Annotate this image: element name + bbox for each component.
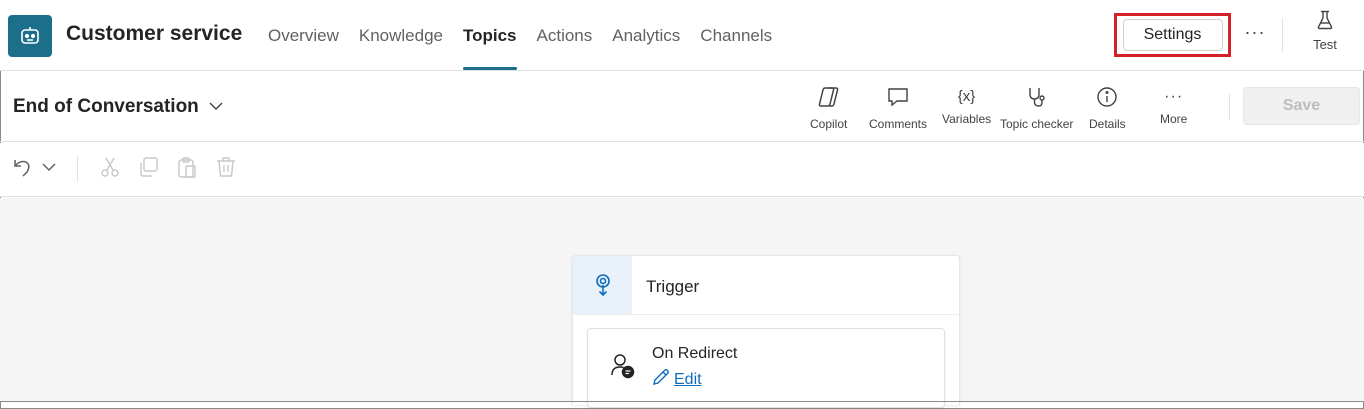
comments-label: Comments <box>869 117 928 131</box>
pencil-icon <box>652 368 670 391</box>
on-redirect-title: On Redirect <box>652 345 738 362</box>
more-icon: ··· <box>1164 88 1184 105</box>
tab-topics[interactable]: Topics <box>453 0 527 71</box>
tab-channels[interactable]: Channels <box>690 0 782 71</box>
edit-toolbar <box>0 143 1364 197</box>
topic-divider <box>1229 94 1230 120</box>
save-button[interactable]: Save <box>1243 87 1360 125</box>
app-title: Customer service <box>66 22 243 45</box>
topic-title[interactable]: End of Conversation <box>13 96 199 118</box>
comments-button[interactable]: Comments <box>869 86 927 132</box>
more-options-button[interactable]: ··· <box>1240 22 1270 48</box>
header-divider <box>1282 18 1283 52</box>
cut-icon[interactable] <box>99 156 121 183</box>
copilot-button[interactable]: Copilot <box>810 86 847 132</box>
copilot-label: Copilot <box>810 117 848 131</box>
details-label: Details <box>1089 117 1126 131</box>
variables-label: Variables <box>942 112 992 126</box>
tab-knowledge[interactable]: Knowledge <box>349 0 453 71</box>
trigger-label: Trigger <box>646 277 700 296</box>
paste-icon[interactable] <box>176 156 198 183</box>
variables-button[interactable]: {x} Variables <box>942 86 991 132</box>
comment-icon <box>886 86 910 113</box>
toolbar-separator <box>77 156 78 182</box>
test-button[interactable]: Test <box>1300 10 1350 58</box>
variables-icon: {x} <box>957 88 976 105</box>
copy-icon[interactable] <box>137 156 159 183</box>
undo-icon[interactable] <box>12 156 34 183</box>
trigger-divider <box>573 314 959 315</box>
edit-link[interactable]: Edit <box>652 368 702 391</box>
bot-icon <box>8 15 52 57</box>
flask-icon <box>1316 10 1334 35</box>
tab-overview[interactable]: Overview <box>258 0 349 71</box>
nav-tabs: Overview Knowledge Topics Actions Analyt… <box>258 0 782 71</box>
test-label: Test <box>1313 37 1337 52</box>
topic-checker-button[interactable]: Topic checker <box>1000 86 1073 132</box>
edit-link-label: Edit <box>674 370 702 388</box>
copilot-icon <box>817 86 841 113</box>
settings-highlight-box: Settings <box>1114 13 1231 57</box>
trigger-node[interactable]: Trigger On Redirect Edit <box>572 255 960 408</box>
more-button[interactable]: ··· More <box>1160 86 1187 132</box>
undo-dropdown-chevron-icon[interactable] <box>40 160 58 179</box>
details-button[interactable]: Details <box>1089 86 1126 132</box>
app-header: Customer service Overview Knowledge Topi… <box>0 0 1364 71</box>
tab-analytics[interactable]: Analytics <box>602 0 690 71</box>
person-message-icon <box>610 353 636 384</box>
bottom-border <box>0 401 1364 402</box>
tab-actions[interactable]: Actions <box>527 0 603 71</box>
topic-header: End of Conversation Copilot Comments {x}… <box>0 72 1364 142</box>
more-label: More <box>1160 112 1188 126</box>
info-icon <box>1095 86 1119 113</box>
delete-icon[interactable] <box>215 156 237 183</box>
stethoscope-icon <box>1025 86 1049 113</box>
topic-checker-label: Topic checker <box>1000 117 1074 131</box>
settings-button[interactable]: Settings <box>1122 19 1223 51</box>
trigger-icon <box>573 256 632 314</box>
on-redirect-node[interactable]: On Redirect Edit <box>587 328 945 408</box>
chevron-down-icon[interactable] <box>208 99 224 117</box>
